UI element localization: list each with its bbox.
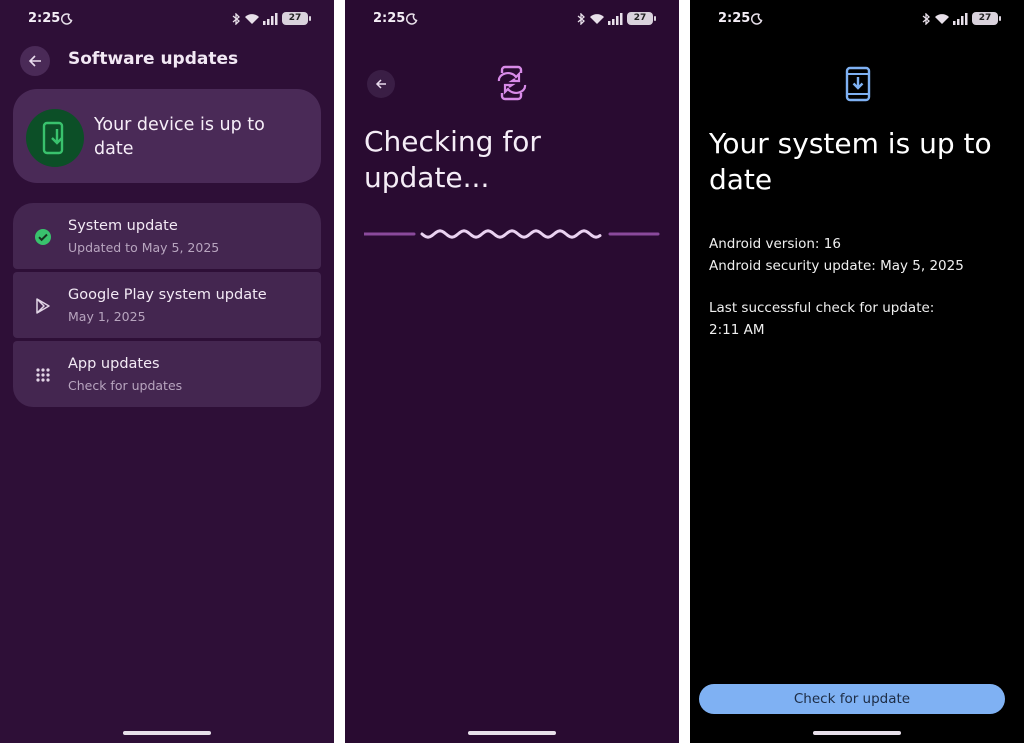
home-indicator[interactable] [468, 731, 556, 735]
system-up-to-date-screen: 2:25 27 Your system is up to date Androi… [690, 0, 1024, 743]
signal-icon [263, 12, 278, 25]
wifi-icon [935, 13, 949, 24]
list-item-title: App updates [68, 356, 160, 372]
list-item-app-updates[interactable]: App updates Check for updates [13, 341, 321, 407]
bluetooth-icon [922, 12, 930, 25]
signal-icon [953, 12, 968, 25]
home-indicator[interactable] [813, 731, 901, 735]
play-icon [33, 296, 53, 316]
loading-progress-indicator [364, 229, 660, 239]
wifi-icon [590, 13, 604, 24]
list-item-google-play-update[interactable]: Google Play system update May 1, 2025 [13, 272, 321, 338]
status-bar: 2:25 27 [345, 9, 679, 29]
up-to-date-card: Your device is up to date [13, 89, 321, 183]
back-button[interactable] [367, 70, 395, 98]
list-item-title: Google Play system update [68, 287, 267, 303]
list-item-title: System update [68, 218, 178, 234]
list-item-subtitle: Check for updates [68, 378, 183, 393]
check-for-update-button[interactable]: Check for update [699, 684, 1005, 714]
list-item-subtitle: Updated to May 5, 2025 [68, 240, 220, 255]
battery-indicator: 27 [282, 12, 311, 25]
wifi-icon [245, 13, 259, 24]
check-circle-icon [33, 227, 53, 247]
status-bar: 2:25 27 [690, 9, 1024, 29]
checking-update-screen: 2:25 27 Checking for update... [345, 0, 679, 743]
last-check-label: Last successful check for update: [709, 300, 935, 316]
grid-icon [33, 365, 53, 385]
status-time: 2:25 [28, 11, 61, 26]
phone-sync-icon [497, 65, 527, 101]
status-time: 2:25 [373, 11, 406, 26]
bluetooth-icon [577, 12, 585, 25]
back-button[interactable] [20, 46, 50, 76]
software-updates-screen: 2:25 27 Software updates Your device is … [0, 0, 334, 743]
arrow-left-icon [375, 79, 386, 89]
last-check-time: 2:11 AM [709, 322, 765, 338]
status-icons: 27 [577, 12, 656, 25]
bluetooth-icon [232, 12, 240, 25]
status-bar: 2:25 27 [0, 9, 334, 29]
checking-heading: Checking for update... [364, 125, 541, 194]
security-update-text: Android security update: May 5, 2025 [709, 258, 964, 274]
up-to-date-text: Your device is up to date [94, 115, 265, 159]
do-not-disturb-icon [751, 13, 763, 25]
list-item-subtitle: May 1, 2025 [68, 309, 146, 324]
battery-indicator: 27 [627, 12, 656, 25]
signal-icon [608, 12, 623, 25]
phone-download-icon [26, 109, 84, 167]
android-version-text: Android version: 16 [709, 236, 841, 252]
do-not-disturb-icon [406, 13, 418, 25]
home-indicator[interactable] [123, 731, 211, 735]
up-to-date-heading: Your system is up to date [709, 127, 992, 196]
status-icons: 27 [922, 12, 1001, 25]
status-icons: 27 [232, 12, 311, 25]
battery-indicator: 27 [972, 12, 1001, 25]
page-title: Software updates [68, 49, 239, 69]
phone-download-icon [845, 66, 871, 102]
list-item-system-update[interactable]: System update Updated to May 5, 2025 [13, 203, 321, 269]
do-not-disturb-icon [61, 13, 73, 25]
status-time: 2:25 [718, 11, 751, 26]
arrow-left-icon [28, 55, 41, 67]
